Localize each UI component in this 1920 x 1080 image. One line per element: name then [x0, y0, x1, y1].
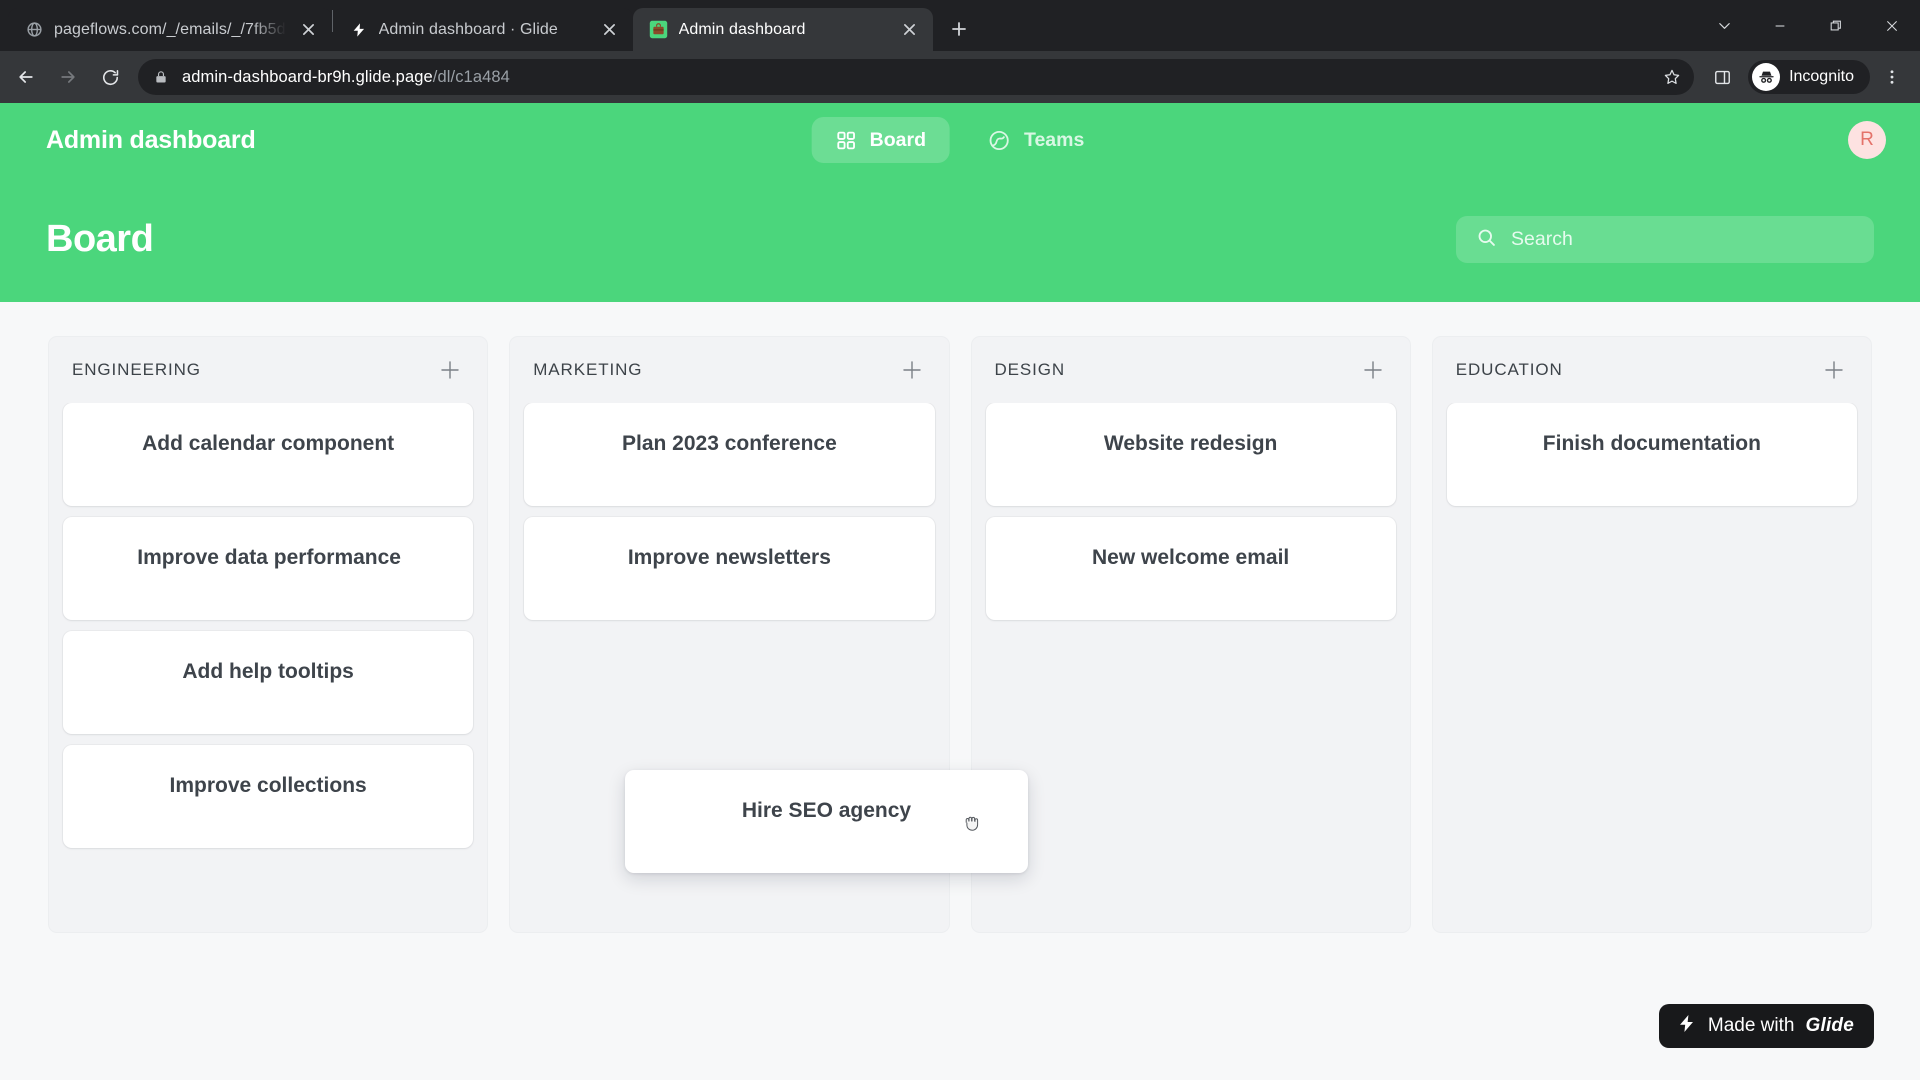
window-controls [1696, 0, 1920, 51]
close-icon[interactable] [1864, 5, 1920, 47]
tab-board[interactable]: Board [811, 117, 950, 163]
browser-tab-3[interactable]: Admin dashboard [632, 8, 933, 51]
page-viewport: Admin dashboard Board Teams R Board Sear… [0, 103, 1920, 1080]
card-title: Hire SEO agency [741, 799, 912, 822]
globe-icon [24, 20, 44, 40]
forward-icon[interactable] [48, 57, 88, 97]
column-header: MARKETING [510, 337, 948, 403]
tab-teams[interactable]: Teams [964, 117, 1108, 163]
tab-title: pageflows.com/_/emails/_/7fb5d [54, 20, 286, 38]
address-bar[interactable]: admin-dashboard-br9h.glide.page/dl/c1a48… [138, 59, 1695, 95]
card-title: Improve collections [169, 774, 367, 797]
plus-icon[interactable] [1357, 354, 1389, 386]
column-cards: Finish documentation [1433, 403, 1871, 918]
app-nav-tabs: Board Teams [811, 117, 1109, 163]
board-card[interactable]: Improve collections [63, 745, 474, 848]
search-icon [1476, 227, 1497, 253]
incognito-profile-chip[interactable]: Incognito [1748, 60, 1870, 94]
column-header: DESIGN [972, 337, 1410, 403]
board-card[interactable]: Improve data performance [63, 517, 474, 620]
app-nav-bar: Admin dashboard Board Teams R [0, 103, 1920, 177]
card-title: Add calendar component [142, 432, 395, 455]
chevron-down-icon[interactable] [1696, 5, 1752, 47]
browser-toolbar: admin-dashboard-br9h.glide.page/dl/c1a48… [0, 51, 1920, 103]
column-cards: Add calendar component Improve data perf… [49, 403, 487, 918]
board-column-engineering: ENGINEERING Add calendar component Impro… [48, 336, 489, 933]
star-icon[interactable] [1656, 61, 1688, 93]
incognito-label: Incognito [1789, 68, 1854, 85]
browser-window: pageflows.com/_/emails/_/7fb5d Admin das… [0, 0, 1920, 1080]
page-title: Board [46, 218, 154, 260]
app-title: Admin dashboard [46, 125, 256, 154]
search-placeholder: Search [1511, 228, 1573, 250]
badge-brand: Glide [1805, 1015, 1854, 1036]
board-card[interactable]: Finish documentation [1446, 403, 1857, 506]
lock-icon [154, 70, 170, 84]
search-input[interactable]: Search [1456, 216, 1874, 263]
grid-icon [836, 130, 857, 151]
back-icon[interactable] [6, 57, 46, 97]
url-text: admin-dashboard-br9h.glide.page/dl/c1a48… [182, 68, 1644, 87]
avatar-initial: R [1860, 129, 1874, 150]
app-header: Admin dashboard Board Teams R Board Sear… [0, 103, 1920, 302]
card-title: Add help tooltips [182, 660, 354, 683]
board-card[interactable]: Plan 2023 conference [524, 403, 935, 506]
three-dot-menu-icon[interactable] [1874, 59, 1910, 95]
browser-tab-2[interactable]: Admin dashboard · Glide [332, 8, 633, 51]
card-title: New welcome email [1091, 546, 1290, 569]
briefcase-icon [649, 20, 669, 40]
incognito-icon [1752, 63, 1781, 91]
card-title: Improve data performance [137, 546, 401, 569]
board-card[interactable]: New welcome email [985, 517, 1396, 620]
side-panel-icon[interactable] [1704, 59, 1740, 95]
restore-icon[interactable] [1808, 5, 1864, 47]
tab-title: Admin dashboard [678, 20, 806, 38]
column-title: DESIGN [994, 360, 1066, 379]
board-column-design: DESIGN Website redesign New welcome emai… [970, 336, 1411, 933]
glide-bolt-icon [1676, 1013, 1697, 1040]
close-icon[interactable] [296, 17, 322, 43]
made-with-glide-badge[interactable]: Made with Glide [1658, 1004, 1874, 1048]
tab-strip: pageflows.com/_/emails/_/7fb5d Admin das… [0, 0, 1920, 51]
card-title: Plan 2023 conference [621, 432, 837, 455]
glide-bolt-icon [349, 20, 369, 40]
column-title: MARKETING [533, 360, 643, 379]
board-card[interactable]: Add calendar component [63, 403, 474, 506]
teams-circle-icon [988, 129, 1011, 152]
new-tab-button[interactable] [941, 11, 977, 47]
plus-icon[interactable] [1818, 354, 1850, 386]
board-card[interactable]: Add help tooltips [63, 631, 474, 734]
url-domain: admin-dashboard-br9h.glide.page [182, 67, 433, 86]
reload-icon[interactable] [90, 57, 130, 97]
board-column-education: EDUCATION Finish documentation [1431, 336, 1872, 933]
column-header: ENGINEERING [49, 337, 487, 403]
board-card[interactable]: Improve newsletters [524, 517, 935, 620]
tab-board-label: Board [869, 128, 926, 151]
board-card[interactable]: Website redesign [985, 403, 1396, 506]
avatar[interactable]: R [1848, 121, 1886, 159]
card-title: Finish documentation [1542, 432, 1761, 455]
column-title: ENGINEERING [72, 360, 201, 379]
plus-icon[interactable] [434, 354, 466, 386]
card-title: Website redesign [1103, 432, 1278, 455]
plus-icon[interactable] [896, 354, 928, 386]
badge-label: Made with [1707, 1015, 1795, 1036]
tab-title: Admin dashboard · Glide [378, 20, 558, 38]
url-path: /dl/c1a484 [432, 67, 510, 86]
app-subheader: Board Search [0, 177, 1920, 302]
toolbar-right: Incognito [1704, 59, 1910, 95]
column-header: EDUCATION [1433, 337, 1871, 403]
column-title: EDUCATION [1455, 360, 1563, 379]
tab-teams-label: Teams [1024, 128, 1085, 151]
close-icon[interactable] [597, 17, 623, 43]
dragging-board-card[interactable]: Hire SEO agency [625, 770, 1028, 873]
browser-tab-1[interactable]: pageflows.com/_/emails/_/7fb5d [8, 8, 332, 51]
card-title: Improve newsletters [627, 546, 831, 569]
column-cards: Website redesign New welcome email [972, 403, 1410, 918]
minimize-icon[interactable] [1752, 5, 1808, 47]
close-icon[interactable] [897, 17, 923, 43]
